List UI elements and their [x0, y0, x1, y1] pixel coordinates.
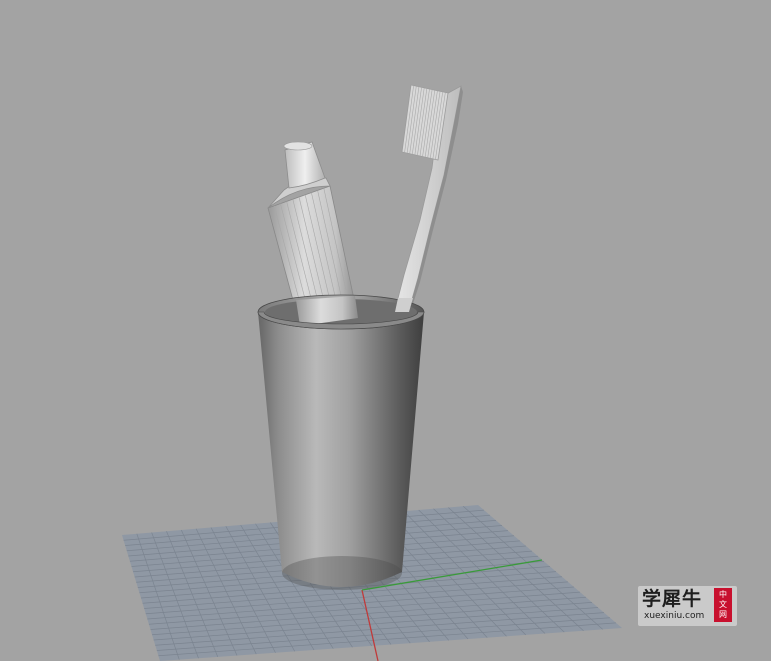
watermark-seal: 中 文 网: [714, 588, 732, 622]
toothbrush[interactable]: [394, 84, 463, 311]
seal-char: 中: [719, 590, 727, 599]
perspective-viewport[interactable]: 学犀牛 中 文 网 xuexiniu.com: [0, 0, 771, 661]
seal-char: 文: [719, 600, 727, 609]
cup-body: [258, 312, 424, 587]
watermark-logo: 学犀牛 中 文 网 xuexiniu.com: [638, 586, 737, 626]
watermark-url: xuexiniu.com: [644, 611, 705, 621]
watermark-main-text: 学犀牛: [642, 588, 703, 610]
seal-char: 网: [719, 610, 727, 619]
scene-canvas[interactable]: [0, 0, 771, 661]
tube-cap-top: [283, 141, 313, 151]
cup-base: [282, 556, 402, 590]
cup[interactable]: [257, 294, 425, 590]
